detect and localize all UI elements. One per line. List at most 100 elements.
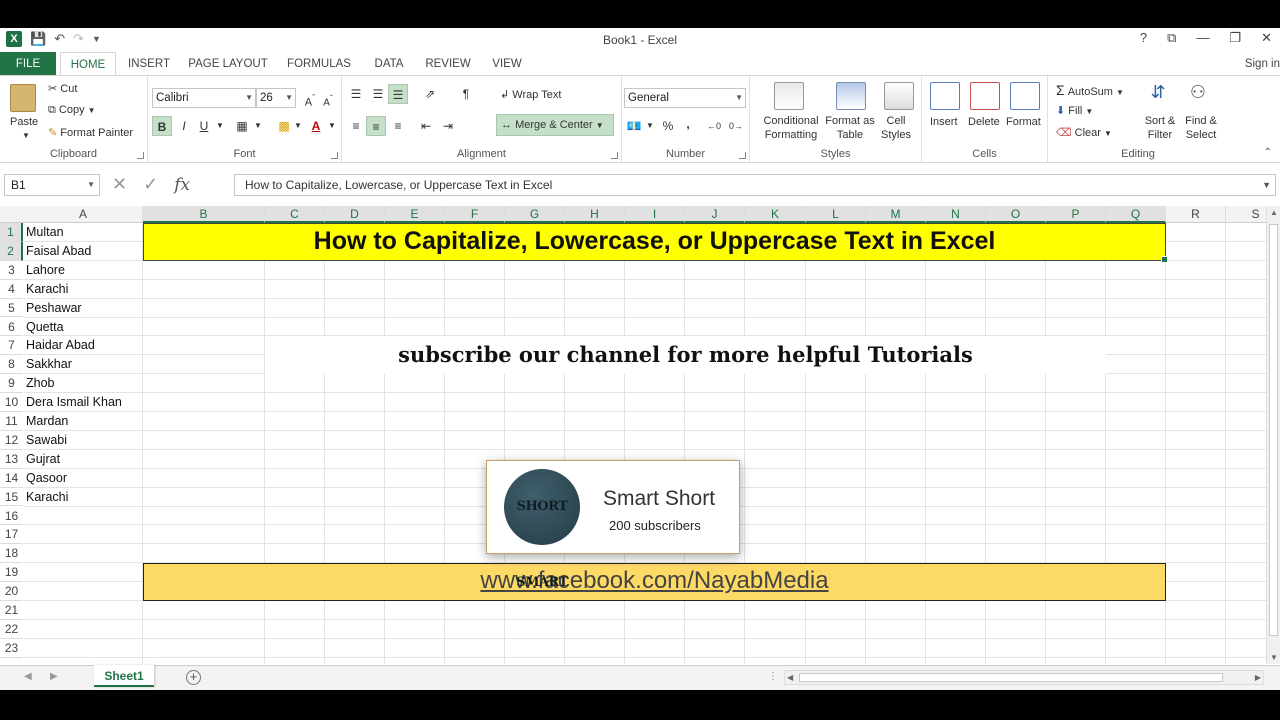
restore-icon[interactable]: ❐ bbox=[1229, 30, 1241, 46]
number-launcher-icon[interactable] bbox=[739, 152, 746, 159]
font-launcher-icon[interactable] bbox=[331, 152, 338, 159]
splitter-icon[interactable]: ⋮ bbox=[768, 671, 778, 682]
column-header-h[interactable]: H bbox=[565, 206, 625, 223]
clipboard-launcher-icon[interactable] bbox=[137, 152, 144, 159]
scroll-left-icon[interactable]: ◀ bbox=[787, 673, 793, 682]
font-size-select[interactable]: 26 ▼ bbox=[256, 88, 296, 108]
row-header-16[interactable]: 16 bbox=[0, 507, 23, 526]
insert-button[interactable]: Insert bbox=[930, 116, 958, 128]
cell-a6[interactable]: Quetta bbox=[26, 320, 64, 334]
sign-in-link[interactable]: Sign in bbox=[1245, 58, 1280, 70]
ribbon-display-icon[interactable]: ⧉ bbox=[1167, 30, 1176, 46]
column-header-l[interactable]: L bbox=[806, 206, 866, 223]
scroll-down-icon[interactable]: ▼ bbox=[1270, 653, 1278, 662]
find-select-button[interactable]: Find & Select bbox=[1180, 114, 1222, 142]
cell-styles-button[interactable]: Cell Styles bbox=[874, 114, 918, 142]
row-header-13[interactable]: 13 bbox=[0, 450, 23, 469]
row-header-18[interactable]: 18 bbox=[0, 544, 23, 564]
align-center-icon[interactable]: ≡ bbox=[366, 116, 386, 136]
title-banner-cell[interactable]: How to Capitalize, Lowercase, or Upperca… bbox=[143, 223, 1168, 263]
row-header-17[interactable]: 17 bbox=[0, 525, 23, 545]
column-header-m[interactable]: M bbox=[866, 206, 926, 223]
column-header-q[interactable]: Q bbox=[1106, 206, 1166, 223]
worksheet-grid[interactable]: ABCDEFGHIJKLMNOPQRS 1 2 3 4 5 6 7 8 9 10 11 12 13 14 1… bbox=[0, 206, 1266, 664]
column-header-a[interactable]: A bbox=[24, 206, 143, 223]
scroll-up-icon[interactable]: ▲ bbox=[1270, 208, 1278, 217]
tab-review[interactable]: REVIEW bbox=[420, 52, 476, 76]
top-align-icon[interactable]: ☰ bbox=[346, 84, 366, 104]
cell-a14[interactable]: Qasoor bbox=[26, 471, 67, 485]
paste-button[interactable]: Paste bbox=[10, 116, 38, 128]
bold-button[interactable]: B bbox=[152, 116, 172, 136]
cell-a3[interactable]: Lahore bbox=[26, 263, 65, 277]
column-header-f[interactable]: F bbox=[445, 206, 505, 223]
minimize-icon[interactable]: — bbox=[1196, 30, 1209, 46]
column-header-i[interactable]: I bbox=[625, 206, 685, 223]
tab-home[interactable]: HOME bbox=[60, 52, 116, 76]
orientation-icon[interactable]: ⇗ bbox=[420, 84, 440, 104]
row-header-20[interactable]: 20 bbox=[0, 582, 23, 601]
formula-input[interactable]: How to Capitalize, Lowercase, or Upperca… bbox=[234, 174, 1276, 196]
cell-a9[interactable]: Zhob bbox=[26, 376, 55, 390]
facebook-link[interactable]: www.facebook.com/NayabMedia bbox=[143, 563, 1166, 601]
vertical-scrollbar[interactable]: ▲ ▼ bbox=[1266, 206, 1280, 664]
cell-area[interactable]: Multan Faisal Abad Lahore Karachi Peshawar Qu… bbox=[24, 223, 1266, 664]
increase-decimal-icon[interactable]: ←0 bbox=[704, 116, 724, 136]
row-header-5[interactable]: 5 bbox=[0, 299, 23, 318]
next-sheet-icon[interactable]: ▶ bbox=[50, 671, 58, 682]
increase-indent-icon[interactable]: ⇥ bbox=[438, 116, 458, 136]
currency-dropdown-icon[interactable]: ▼ bbox=[640, 116, 660, 136]
decrease-indent-icon[interactable]: ⇤ bbox=[416, 116, 436, 136]
italic-button[interactable]: I bbox=[174, 116, 194, 136]
tab-formulas[interactable]: FORMULAS bbox=[282, 52, 356, 76]
cell-a2[interactable]: Faisal Abad bbox=[26, 244, 91, 258]
scroll-right-icon[interactable]: ▶ bbox=[1255, 673, 1261, 682]
column-header-d[interactable]: D bbox=[325, 206, 385, 223]
alignment-launcher-icon[interactable] bbox=[611, 152, 618, 159]
font-name-select[interactable]: Calibri ▼ bbox=[152, 88, 256, 108]
tab-file[interactable]: FILE bbox=[0, 52, 56, 76]
horizontal-scroll-thumb[interactable] bbox=[799, 673, 1223, 682]
borders-dropdown-icon[interactable]: ▼ bbox=[248, 116, 268, 136]
column-header-b[interactable]: B bbox=[143, 206, 265, 223]
tab-insert[interactable]: INSERT bbox=[122, 52, 176, 76]
underline-dropdown-icon[interactable]: ▼ bbox=[210, 116, 230, 136]
decrease-decimal-icon[interactable]: 0→ bbox=[726, 116, 746, 136]
insert-function-button[interactable]: fx bbox=[174, 175, 190, 195]
paragraph-direction-icon[interactable]: ¶ bbox=[456, 84, 476, 104]
enter-icon[interactable]: ✓ bbox=[143, 174, 158, 195]
cell-a4[interactable]: Karachi bbox=[26, 282, 68, 296]
merge-center-button[interactable]: ↔ Merge & Center ▼ bbox=[496, 114, 614, 136]
shrink-font-icon[interactable]: Aˇ bbox=[318, 88, 338, 108]
collapse-ribbon-icon[interactable]: ⌃ bbox=[1264, 147, 1272, 158]
tab-view[interactable]: VIEW bbox=[486, 52, 528, 76]
cell-a5[interactable]: Peshawar bbox=[26, 301, 82, 315]
row-header-9[interactable]: 9 bbox=[0, 374, 23, 394]
column-header-n[interactable]: N bbox=[926, 206, 986, 223]
column-header-e[interactable]: E bbox=[385, 206, 445, 223]
new-sheet-icon[interactable]: + bbox=[186, 670, 201, 685]
row-header-8[interactable]: 8 bbox=[0, 355, 23, 375]
column-header-p[interactable]: P bbox=[1046, 206, 1106, 223]
cell-a13[interactable]: Gujrat bbox=[26, 452, 60, 466]
cell-a11[interactable]: Mardan bbox=[26, 414, 68, 428]
cell-a15[interactable]: Karachi bbox=[26, 490, 68, 504]
row-header-10[interactable]: 10 bbox=[0, 393, 23, 412]
cancel-icon[interactable]: ✕ bbox=[112, 174, 127, 195]
name-box[interactable]: B1 ▼ bbox=[4, 174, 100, 196]
column-header-o[interactable]: O bbox=[986, 206, 1046, 223]
row-header-23[interactable]: 23 bbox=[0, 639, 23, 658]
fill-button[interactable]: ⬇ Fill ▼ bbox=[1056, 104, 1093, 117]
column-header-g[interactable]: G bbox=[505, 206, 565, 223]
tab-data[interactable]: DATA bbox=[366, 52, 412, 76]
column-header-s[interactable]: S bbox=[1226, 206, 1266, 223]
cut-button[interactable]: ✂ Cut bbox=[48, 82, 77, 95]
cell-a8[interactable]: Sakkhar bbox=[26, 357, 72, 371]
row-header-21[interactable]: 21 bbox=[0, 601, 23, 620]
row-header-1[interactable]: 1 bbox=[0, 223, 23, 242]
format-button[interactable]: Format bbox=[1006, 116, 1041, 128]
cell-a10[interactable]: Dera Ismail Khan bbox=[26, 395, 122, 409]
clear-button[interactable]: ⌫ Clear ▼ bbox=[1056, 126, 1112, 139]
tab-page-layout[interactable]: PAGE LAYOUT bbox=[186, 52, 270, 76]
cell-a1[interactable]: Multan bbox=[26, 225, 64, 239]
